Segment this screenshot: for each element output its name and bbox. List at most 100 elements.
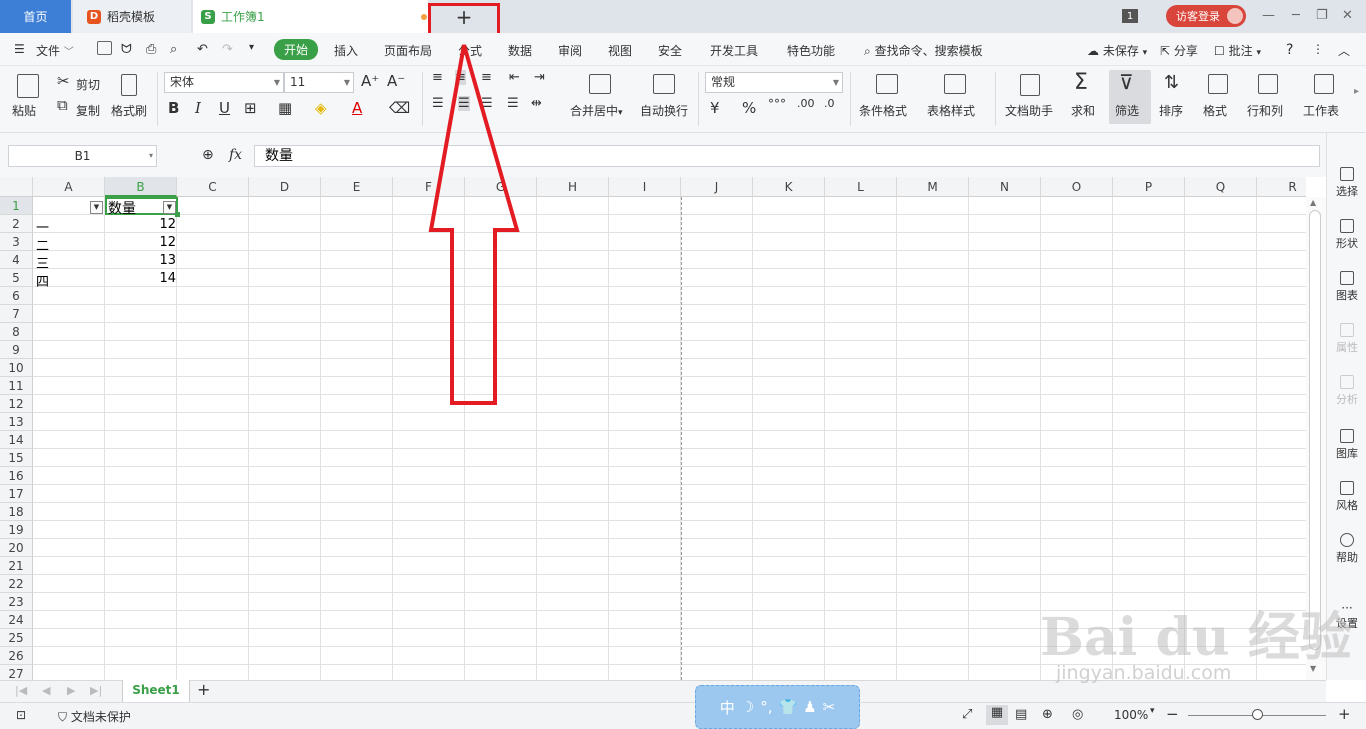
row-header-1[interactable]: 1 [0,197,33,215]
formula-input[interactable]: 数量 [254,145,1320,167]
normal-view-icon[interactable]: ▦ [986,705,1008,725]
table-style-button[interactable]: 表格样式 [927,102,975,119]
annotate-button[interactable]: ☐ 批注 ▾ [1214,42,1261,59]
indent-decrease-icon[interactable]: ⇤ [509,70,520,85]
first-sheet-icon[interactable]: |◀ [15,684,27,697]
justify-icon[interactable]: ☰ [507,96,519,111]
menu-start[interactable]: 开始 [274,39,319,60]
column-header-d[interactable]: D [249,177,321,197]
row-header-2[interactable]: 2 [0,215,33,233]
last-sheet-icon[interactable]: ▶| [90,684,102,697]
auto-wrap-icon[interactable] [653,74,675,94]
paste-button[interactable]: 粘贴 [12,102,36,119]
decrease-font-icon[interactable]: A⁻ [387,72,405,90]
row-header-18[interactable]: 18 [0,503,33,521]
conditional-format-button[interactable]: 条件格式 [859,102,907,119]
vertical-scroll-thumb[interactable] [1309,210,1321,650]
tab-home[interactable]: 首页 [0,0,71,33]
auto-wrap-button[interactable]: 自动换行 [640,102,688,119]
format-painter-button[interactable]: 格式刷 [111,102,147,119]
column-header-h[interactable]: H [537,177,609,197]
row-header-26[interactable]: 26 [0,647,33,665]
row-header-24[interactable]: 24 [0,611,33,629]
menu-formula[interactable]: 公式 [458,42,482,59]
tab-daoke-templates[interactable]: D 稻壳模板 [73,0,191,33]
row-header-22[interactable]: 22 [0,575,33,593]
side-properties[interactable]: 属性 [1327,323,1366,355]
undo-icon[interactable]: ↶ [197,42,208,57]
underline-icon[interactable]: U [219,99,230,117]
ime-toolbar[interactable]: 中 ☽ °, 👕 ♟ ✂ [695,685,860,729]
align-middle-icon[interactable]: ≡ [455,70,466,85]
print-preview-icon[interactable]: ⌕ [170,42,177,57]
sum-icon[interactable]: Σ [1074,70,1088,95]
file-menu[interactable]: 文件 ﹀ [36,42,74,59]
side-gallery[interactable]: 图库 [1327,429,1366,461]
row-header-20[interactable]: 20 [0,539,33,557]
column-header-g[interactable]: G [465,177,537,197]
add-sheet-button[interactable]: + [197,680,210,699]
italic-icon[interactable]: I [195,99,201,117]
column-header-n[interactable]: N [969,177,1041,197]
filter-button[interactable]: 筛选 [1115,102,1139,119]
help-icon[interactable]: ? [1286,42,1293,58]
row-header-6[interactable]: 6 [0,287,33,305]
row-header-11[interactable]: 11 [0,377,33,395]
save-icon[interactable] [97,41,112,55]
prev-sheet-icon[interactable]: ◀ [42,684,50,697]
side-analysis[interactable]: 分析 [1327,375,1366,407]
percent-icon[interactable]: % [742,99,756,117]
cut-button[interactable]: 剪切 [76,76,100,93]
menu-view[interactable]: 视图 [608,42,632,59]
guest-login-button[interactable]: 访客登录 [1166,5,1246,27]
row-col-icon[interactable] [1258,74,1278,94]
thousands-icon[interactable]: °°° [768,97,786,111]
clear-format-icon[interactable]: ⌫ [389,99,410,117]
column-header-p[interactable]: P [1113,177,1185,197]
eye-protect-icon[interactable]: ◎ [1072,707,1083,722]
doc-protection-status[interactable]: ⛉ 文档未保护 [58,708,131,725]
row-header-12[interactable]: 12 [0,395,33,413]
menu-page-layout[interactable]: 页面布局 [384,42,432,59]
cell-b3[interactable]: 12 [140,235,176,250]
conditional-format-icon[interactable] [876,74,898,94]
zoom-out-icon[interactable]: − [1166,705,1179,723]
menu-insert[interactable]: 插入 [334,42,358,59]
align-center-icon[interactable]: ☰ [458,96,470,111]
tab-workbook[interactable]: S 工作簿1 [193,0,428,33]
ribbon-scroll-right-icon[interactable]: ▸ [1354,86,1359,97]
name-box[interactable]: B1 ▾ [8,145,157,167]
column-header-k[interactable]: K [753,177,825,197]
page-break-view-icon[interactable]: ▤ [1015,707,1027,722]
paste-icon[interactable] [17,74,39,98]
close-icon[interactable]: ✕ [1342,8,1353,23]
worksheet-button[interactable]: 工作表 [1303,102,1339,119]
row-header-16[interactable]: 16 [0,467,33,485]
more-icon[interactable]: ⋮ [1312,42,1324,56]
column-header-f[interactable]: F [393,177,465,197]
command-search[interactable]: ⌕ 查找命令、搜索模板 [864,42,983,59]
zoom-in-icon[interactable]: + [1338,705,1351,723]
menu-security[interactable]: 安全 [658,42,682,59]
border-icon[interactable]: ⊞ [244,99,257,117]
column-header-o[interactable]: O [1041,177,1113,197]
doc-assistant-button[interactable]: 文档助手 [1005,102,1053,119]
decrease-decimal-icon[interactable]: .0 [824,97,835,110]
next-sheet-icon[interactable]: ▶ [67,684,75,697]
increase-decimal-icon[interactable]: .00 [797,97,815,110]
zoom-dropdown-icon[interactable]: ▾ [1150,706,1155,716]
fullscreen-icon[interactable]: ⤢ [962,707,972,722]
column-header-b[interactable]: B [105,177,177,197]
row-col-button[interactable]: 行和列 [1247,102,1283,119]
row-header-19[interactable]: 19 [0,521,33,539]
cell-a4[interactable]: 三 [36,253,49,272]
cell-a2[interactable]: 一 [36,217,49,236]
sort-button[interactable]: 排序 [1159,102,1183,119]
restore-icon[interactable]: ❐ [1316,8,1328,23]
menu-review[interactable]: 审阅 [558,42,582,59]
column-header-c[interactable]: C [177,177,249,197]
fill-color-icon[interactable]: ◈ [315,99,327,117]
align-top-icon[interactable]: ≡ [432,70,443,85]
cell-b2[interactable]: 12 [140,217,176,232]
unsaved-button[interactable]: ☁ 未保存 ▾ [1087,42,1147,59]
